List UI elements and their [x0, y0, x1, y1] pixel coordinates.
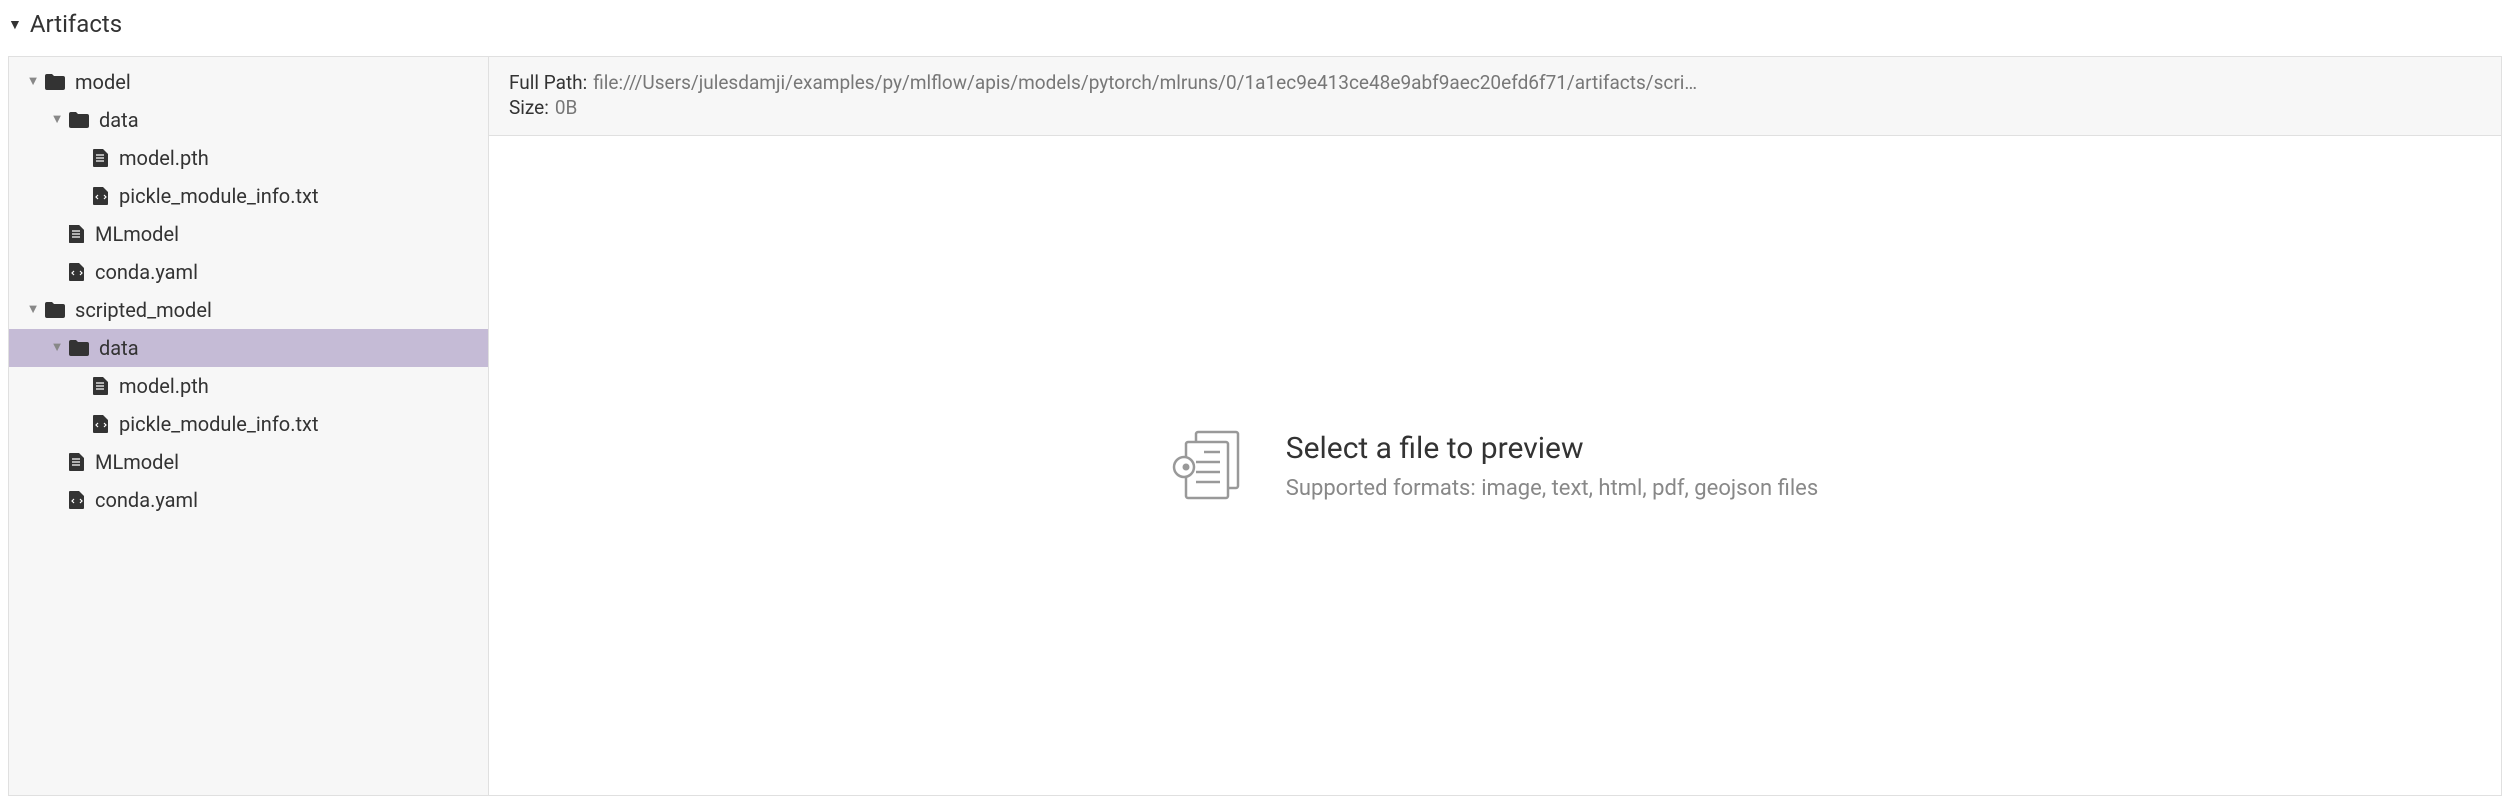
tree-item-label: MLmodel	[95, 219, 179, 249]
file-icon	[93, 149, 109, 167]
tree-item-label: data	[99, 333, 139, 363]
folder-icon	[45, 74, 65, 90]
file-code-icon	[93, 415, 109, 433]
preview-title: Select a file to preview	[1286, 431, 1818, 466]
folder-icon	[69, 112, 89, 128]
tree-item-label: pickle_module_info.txt	[119, 181, 318, 211]
caret-down-icon: ▼	[49, 338, 65, 358]
tree-file-conda-yaml[interactable]: conda.yaml	[9, 253, 488, 291]
tree-item-label: MLmodel	[95, 447, 179, 477]
artifacts-tree: ▼ model ▼ data model.pth	[9, 57, 489, 795]
size-label: Size:	[509, 96, 549, 119]
info-bar: Full Path: file:///Users/julesdamji/exam…	[489, 57, 2501, 136]
preview-subtitle: Supported formats: image, text, html, pd…	[1286, 476, 1818, 501]
tree-item-label: model	[75, 67, 131, 97]
caret-down-icon: ▼	[25, 300, 41, 320]
caret-down-icon: ▼	[25, 72, 41, 92]
tree-file-mlmodel[interactable]: MLmodel	[9, 215, 488, 253]
tree-file-pickle-info-2[interactable]: pickle_module_info.txt	[9, 405, 488, 443]
artifacts-container: ▼ model ▼ data model.pth	[8, 56, 2502, 796]
size-value: 0B	[555, 96, 578, 119]
tree-item-label: conda.yaml	[95, 257, 198, 287]
tree-file-model-pth-2[interactable]: model.pth	[9, 367, 488, 405]
full-path-value: file:///Users/julesdamji/examples/py/mlf…	[593, 71, 1697, 94]
section-title: Artifacts	[30, 10, 122, 38]
tree-file-mlmodel-2[interactable]: MLmodel	[9, 443, 488, 481]
tree-file-pickle-info[interactable]: pickle_module_info.txt	[9, 177, 488, 215]
file-code-icon	[93, 187, 109, 205]
full-path-row: Full Path: file:///Users/julesdamji/exam…	[509, 71, 2481, 94]
tree-folder-model[interactable]: ▼ model	[9, 63, 488, 101]
tree-item-label: pickle_module_info.txt	[119, 409, 318, 439]
folder-icon	[45, 302, 65, 318]
tree-file-model-pth[interactable]: model.pth	[9, 139, 488, 177]
tree-item-label: model.pth	[119, 143, 209, 173]
content-pane: Full Path: file:///Users/julesdamji/exam…	[489, 57, 2501, 795]
caret-down-icon: ▼	[49, 110, 65, 130]
tree-item-label: data	[99, 105, 139, 135]
tree-item-label: conda.yaml	[95, 485, 198, 515]
file-icon	[93, 377, 109, 395]
tree-folder-model-data[interactable]: ▼ data	[9, 101, 488, 139]
preview-text-block: Select a file to preview Supported forma…	[1286, 431, 1818, 501]
tree-item-label: scripted_model	[75, 295, 212, 325]
artifacts-section-header[interactable]: ▼ Artifacts	[0, 0, 2510, 48]
size-row: Size: 0B	[509, 96, 2481, 119]
caret-down-icon: ▼	[8, 16, 22, 33]
file-icon	[69, 453, 85, 471]
preview-documents-icon	[1172, 428, 1252, 504]
tree-folder-scripted-model-data[interactable]: ▼ data	[9, 329, 488, 367]
folder-icon	[69, 340, 89, 356]
file-code-icon	[69, 263, 85, 281]
tree-item-label: model.pth	[119, 371, 209, 401]
preview-area: Select a file to preview Supported forma…	[489, 136, 2501, 795]
full-path-label: Full Path:	[509, 71, 587, 94]
file-code-icon	[69, 491, 85, 509]
tree-folder-scripted-model[interactable]: ▼ scripted_model	[9, 291, 488, 329]
file-icon	[69, 225, 85, 243]
tree-file-conda-yaml-2[interactable]: conda.yaml	[9, 481, 488, 519]
